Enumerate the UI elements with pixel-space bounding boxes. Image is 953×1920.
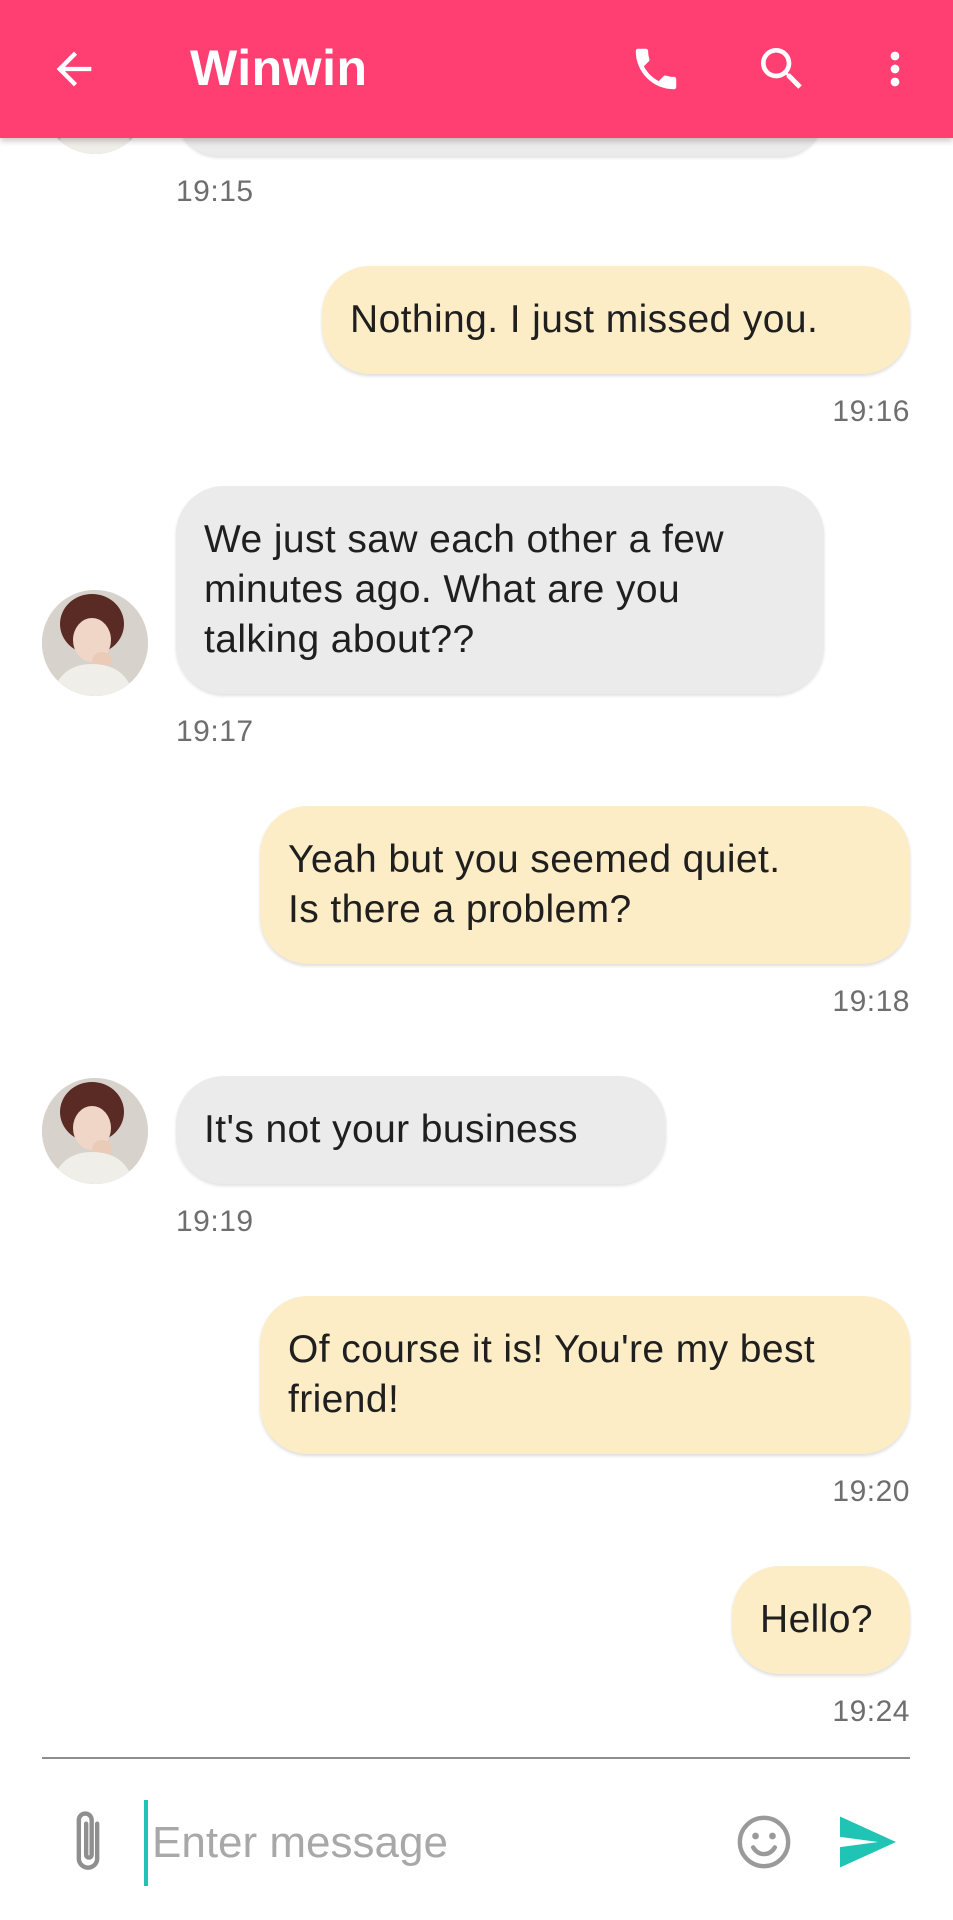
message-text: Yeah but you seemed quiet. xyxy=(288,838,781,881)
contact-avatar[interactable] xyxy=(42,590,148,696)
phone-icon xyxy=(635,48,677,90)
emoji-smile-icon xyxy=(737,1815,791,1869)
send-icon xyxy=(840,1816,896,1868)
message-bubble-outgoing[interactable]: Hello? xyxy=(732,1566,910,1674)
message-timestamp: 19:19 xyxy=(176,1205,254,1238)
message-text: friend! xyxy=(288,1378,400,1421)
arrow-back-icon xyxy=(56,51,92,87)
message-text: We just saw each other a few xyxy=(204,518,724,561)
call-button[interactable] xyxy=(616,29,696,109)
avatar-photo-icon xyxy=(42,590,148,696)
message-timestamp: 19:18 xyxy=(832,985,910,1018)
message-text: Hello? xyxy=(760,1598,873,1641)
message-timestamp: 19:15 xyxy=(176,175,254,208)
chat-title: Winwin xyxy=(190,40,368,96)
message-composer xyxy=(0,1760,953,1920)
app-bar: Winwin xyxy=(0,0,953,138)
contact-avatar[interactable] xyxy=(42,1078,148,1184)
message-text: Of course it is! You're my best xyxy=(288,1328,816,1371)
composer-divider xyxy=(42,1757,910,1759)
more-options-button[interactable] xyxy=(855,29,935,109)
message-list[interactable]: 19:15 Nothing. I just missed you. 19:16 … xyxy=(0,0,953,1755)
search-icon xyxy=(761,48,802,89)
message-text: It's not your business xyxy=(204,1108,578,1151)
message-timestamp: 19:17 xyxy=(176,715,254,748)
message-bubble-outgoing[interactable]: Nothing. I just missed you. xyxy=(322,266,910,374)
send-button[interactable] xyxy=(830,1804,906,1880)
message-text: minutes ago. What are you xyxy=(204,568,681,611)
message-bubble-outgoing[interactable]: Of course it is! You're my best friend! xyxy=(260,1296,910,1454)
avatar-photo-icon xyxy=(42,1078,148,1184)
emoji-button[interactable] xyxy=(726,1804,802,1880)
message-timestamp: 19:24 xyxy=(832,1695,910,1728)
attach-button[interactable] xyxy=(56,1800,120,1884)
back-button[interactable] xyxy=(34,29,114,109)
search-button[interactable] xyxy=(742,29,822,109)
message-bubble-incoming[interactable]: It's not your business xyxy=(176,1076,666,1184)
more-vert-icon xyxy=(890,51,900,87)
message-bubble-outgoing[interactable]: Yeah but you seemed quiet. Is there a pr… xyxy=(260,806,910,964)
paperclip-icon xyxy=(76,1811,100,1870)
message-timestamp: 19:16 xyxy=(832,395,910,428)
message-text: Is there a problem? xyxy=(288,888,632,931)
message-input[interactable] xyxy=(144,1800,704,1886)
message-bubble-incoming[interactable]: We just saw each other a few minutes ago… xyxy=(176,486,824,694)
message-text: Nothing. I just missed you. xyxy=(350,298,819,341)
message-text: talking about?? xyxy=(204,618,475,661)
message-timestamp: 19:20 xyxy=(832,1475,910,1508)
